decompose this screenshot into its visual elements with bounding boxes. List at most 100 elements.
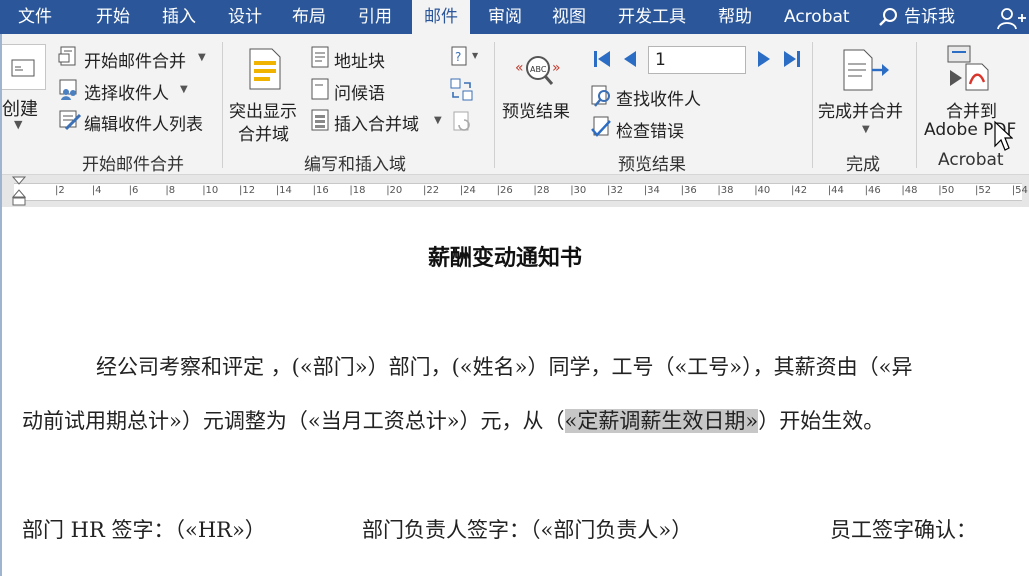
signature-employee: 员工签字确认： (830, 518, 977, 542)
paragraph-line-2: 动前试用期总计»）元调整为（«当月工资总计»）元，从（«定薪调薪生效日期»）开始… (22, 405, 884, 435)
group-separator (222, 42, 223, 168)
finish-merge-button[interactable]: 完成并合并 (818, 97, 903, 122)
check-errors-icon (591, 116, 611, 137)
previous-record-icon[interactable] (622, 49, 638, 69)
ruler-tick: |38 (717, 185, 734, 196)
ribbon-tab-bar: 文件 开始 插入 设计 布局 引用 邮件 审阅 视图 开发工具 帮助 Acrob… (0, 0, 1029, 36)
group-separator (494, 42, 495, 168)
tab-insert[interactable]: 插入 (162, 0, 196, 34)
ruler-tick: |16 (312, 185, 329, 196)
tab-developer[interactable]: 开发工具 (618, 0, 686, 34)
svg-text:ABC: ABC (530, 65, 547, 74)
ruler-tick: |22 (423, 185, 440, 196)
next-record-icon[interactable] (756, 49, 772, 69)
address-block-button[interactable]: 地址块 (334, 47, 385, 72)
window-left-edge (0, 34, 2, 576)
paragraph-line-2-end: ）开始生效。 (758, 409, 885, 433)
ruler-tick: |30 (570, 185, 587, 196)
record-number-value: 1 (655, 50, 666, 70)
share-user-icon[interactable] (996, 6, 1026, 30)
tab-help[interactable]: 帮助 (718, 0, 752, 34)
tab-layout[interactable]: 布局 (292, 0, 326, 34)
tab-review[interactable]: 审阅 (488, 0, 522, 34)
svg-text:?: ? (455, 50, 461, 64)
start-mail-merge-dropdown[interactable]: ▼ (198, 52, 206, 63)
ruler-tick: |50 (938, 185, 955, 196)
select-recipients-dropdown[interactable]: ▼ (180, 84, 188, 95)
ruler-tick: |26 (496, 185, 513, 196)
ruler-tick: |40 (754, 185, 771, 196)
envelope-icon (11, 59, 35, 77)
merge-to-pdf-button[interactable]: 合并到 (946, 97, 997, 122)
ruler-tick: |48 (901, 185, 918, 196)
ruler-tick: |52 (975, 185, 992, 196)
tab-home[interactable]: 开始 (96, 0, 130, 34)
svg-text:▼: ▼ (472, 51, 479, 60)
svg-text:»: » (552, 60, 561, 76)
horizontal-ruler[interactable]: |2 |4 |6 |8 |10 |12 |14 |16 |18 |20 |22 |24 |26 |28 |3… (0, 175, 1029, 207)
ruler-tick: |32 (607, 185, 624, 196)
update-labels-icon[interactable] (452, 110, 474, 132)
preview-results-button[interactable]: 预览结果 (502, 97, 570, 122)
tab-file[interactable]: 文件 (18, 0, 52, 34)
last-record-icon[interactable] (782, 49, 802, 69)
create-dropdown-arrow[interactable]: ▼ (14, 118, 22, 131)
ruler-tick: |24 (459, 185, 476, 196)
ruler-tick: |18 (349, 185, 366, 196)
tab-mailings[interactable]: 邮件 (412, 0, 470, 36)
indent-marker-icon[interactable] (11, 175, 27, 207)
merge-to-pdf-icon (947, 45, 989, 91)
ruler-tick: |4 (91, 185, 102, 196)
greeting-line-button[interactable]: 问候语 (334, 79, 385, 104)
edit-recipient-list-button[interactable]: 编辑收件人列表 (84, 110, 203, 135)
find-recipient-icon (591, 85, 610, 107)
tab-design[interactable]: 设计 (228, 0, 262, 34)
address-block-icon (311, 46, 329, 68)
group-label-write-insert-fields: 编写和插入域 (304, 155, 406, 175)
search-icon (879, 8, 897, 26)
tab-acrobat[interactable]: Acrobat (784, 0, 850, 34)
mouse-cursor-icon (994, 120, 1013, 151)
group-label-preview-results: 预览结果 (618, 155, 686, 175)
highlight-merge-fields-button[interactable]: 突出显示 (229, 97, 297, 122)
ruler-tick: |46 (864, 185, 881, 196)
merge-field-effective-date[interactable]: «定薪调薪生效日期» (564, 409, 759, 433)
start-mail-merge-button[interactable]: 开始邮件合并 (84, 47, 186, 72)
signature-hr: 部门 HR 签字：（«HR»） (22, 518, 266, 542)
ruler-tick: |6 (128, 185, 139, 196)
ruler-tick: |20 (386, 185, 403, 196)
ruler-tick: |14 (275, 185, 292, 196)
ruler-tick: |34 (643, 185, 660, 196)
match-fields-icon[interactable] (450, 78, 474, 102)
ruler-tick: |42 (791, 185, 808, 196)
paragraph-line-2-start: 动前试用期总计»）元调整为（«当月工资总计»）元，从（ (22, 409, 565, 433)
signature-department-head: 部门负责人签字：（«部门负责人»） (362, 518, 693, 542)
check-errors-button[interactable]: 检查错误 (616, 117, 684, 142)
tab-view[interactable]: 视图 (552, 0, 586, 34)
ruler-tick: |36 (680, 185, 697, 196)
select-recipients-button[interactable]: 选择收件人 (84, 79, 169, 104)
record-number-input[interactable]: 1 (648, 46, 746, 74)
ruler-tick: |44 (827, 185, 844, 196)
svg-text:«: « (515, 60, 524, 76)
paragraph-line-1: 经公司考察和评定 ，(«部门»）部门，(«姓名»）同学，工号（«工号»），其薪资… (96, 355, 913, 379)
rules-icon[interactable]: ? ▼ (450, 46, 484, 68)
tab-references[interactable]: 引用 (358, 0, 392, 34)
finish-merge-icon (843, 49, 889, 91)
tell-me-search[interactable]: 告诉我 (878, 0, 955, 34)
ruler-tick: |2 (55, 185, 65, 196)
group-separator (916, 42, 917, 168)
highlight-merge-fields-icon (249, 48, 281, 90)
first-record-icon[interactable] (592, 49, 612, 69)
greeting-line-icon (311, 78, 329, 100)
create-button-box[interactable] (0, 44, 46, 90)
select-recipients-icon (59, 79, 77, 100)
ruler-tick: |54 (1011, 185, 1028, 196)
insert-merge-field-dropdown[interactable]: ▼ (434, 115, 442, 126)
tell-me-label: 告诉我 (904, 7, 955, 27)
highlight-merge-fields-button-line2[interactable]: 合并域 (238, 120, 289, 145)
find-recipient-button[interactable]: 查找收件人 (616, 85, 701, 110)
finish-merge-dropdown[interactable]: ▼ (862, 124, 870, 135)
group-separator (812, 42, 813, 168)
insert-merge-field-button[interactable]: 插入合并域 (334, 110, 419, 135)
